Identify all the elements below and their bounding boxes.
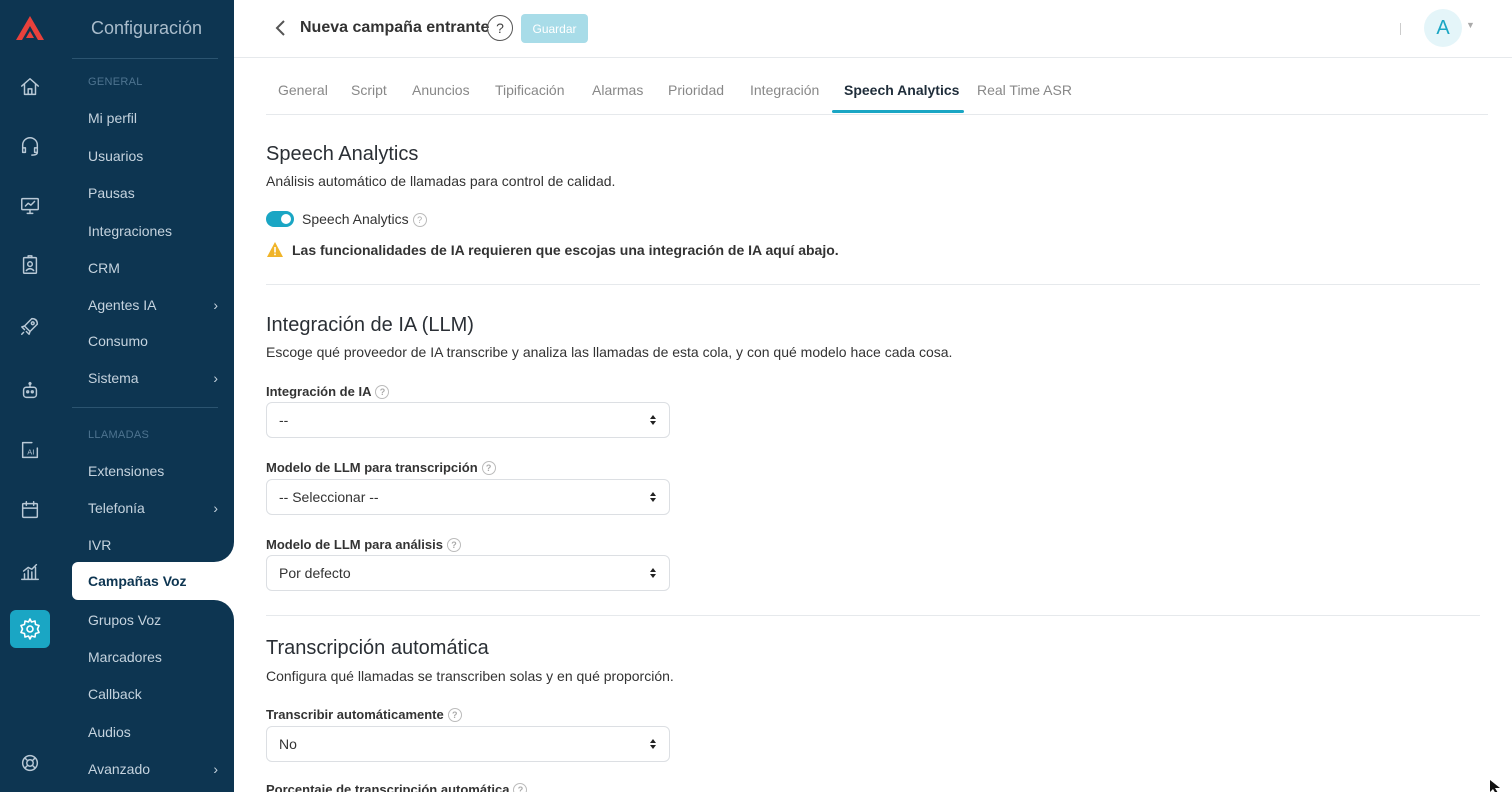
- save-button[interactable]: Guardar: [521, 14, 588, 43]
- mouse-cursor-icon: [1490, 780, 1504, 792]
- sidebar-section-general: GENERAL: [88, 76, 143, 88]
- select-arrows-icon: [650, 739, 656, 749]
- caret-down-icon[interactable]: ▼: [1466, 20, 1475, 30]
- question-icon[interactable]: ?: [446, 538, 461, 552]
- tab-prioridad[interactable]: Prioridad: [668, 82, 724, 98]
- section-title-llm: Integración de IA (LLM): [266, 314, 474, 336]
- settings-sidebar: Configuración GENERAL Mi perfil Usuarios…: [60, 0, 234, 792]
- analysis-model-select[interactable]: Por defecto: [266, 555, 670, 591]
- sidebar-item-telefonia[interactable]: Telefonía ›: [88, 500, 218, 516]
- tab-integracion[interactable]: Integración: [750, 82, 819, 98]
- help-circle-icon[interactable]: [16, 749, 44, 777]
- transcription-model-label: Modelo de LLM para transcripción?: [266, 460, 496, 475]
- chart-icon[interactable]: [16, 558, 44, 586]
- warning-icon: [266, 241, 284, 258]
- chevron-right-icon: ›: [213, 370, 218, 386]
- sidebar-item-usuarios[interactable]: Usuarios: [88, 148, 218, 164]
- sidebar-divider: [72, 58, 218, 59]
- question-icon[interactable]: ?: [375, 385, 390, 399]
- headset-icon[interactable]: [16, 132, 44, 160]
- section-title-speech: Speech Analytics: [266, 143, 419, 165]
- sidebar-item-audios[interactable]: Audios: [88, 724, 218, 740]
- tab-anuncios[interactable]: Anuncios: [412, 82, 470, 98]
- app-logo-icon[interactable]: [14, 14, 46, 42]
- badge-icon[interactable]: [16, 251, 44, 279]
- sidebar-item-mi-perfil[interactable]: Mi perfil: [88, 110, 218, 126]
- section-description-auto: Configura qué llamadas se transcriben so…: [266, 668, 674, 684]
- chevron-right-icon: ›: [213, 761, 218, 777]
- select-arrows-icon: [650, 415, 656, 425]
- active-item-corner: [174, 600, 234, 620]
- auto-transcribe-label: Transcribir automáticamente?: [266, 707, 462, 722]
- ai-warning-text: Las funcionalidades de IA requieren que …: [292, 242, 839, 258]
- tab-tipificacion[interactable]: Tipificación: [495, 82, 565, 98]
- analysis-model-label: Modelo de LLM para análisis?: [266, 537, 461, 552]
- sidebar-item-crm[interactable]: CRM: [88, 260, 218, 276]
- sidebar-item-extensiones[interactable]: Extensiones: [88, 463, 218, 479]
- auto-percentage-label: Porcentaje de transcripción automática?: [266, 782, 528, 792]
- question-icon[interactable]: ?: [412, 213, 427, 227]
- avatar[interactable]: A: [1424, 9, 1462, 47]
- sidebar-item-campanas-voz[interactable]: Campañas Voz: [72, 562, 234, 600]
- integration-select[interactable]: --: [266, 402, 670, 438]
- page-title: Nueva campaña entrante: [300, 19, 490, 36]
- chevron-right-icon: ›: [213, 297, 218, 313]
- monitor-icon[interactable]: [16, 192, 44, 220]
- section-divider: [266, 284, 1480, 285]
- section-title-auto: Transcripción automática: [266, 637, 489, 659]
- sidebar-divider: [72, 407, 218, 408]
- speech-analytics-toggle[interactable]: [266, 211, 294, 227]
- calendar-icon[interactable]: [16, 496, 44, 524]
- sidebar-title: Configuración: [91, 18, 203, 38]
- question-icon[interactable]: ?: [481, 461, 496, 475]
- section-divider: [266, 615, 1480, 616]
- settings-icon[interactable]: [10, 610, 50, 648]
- svg-text:AI: AI: [27, 448, 34, 457]
- back-arrow-icon[interactable]: [272, 18, 292, 40]
- tab-real-time-asr[interactable]: Real Time ASR: [977, 82, 1072, 98]
- help-button[interactable]: ?: [487, 15, 513, 41]
- sidebar-item-avanzado[interactable]: Avanzado ›: [88, 761, 218, 777]
- sidebar-section-calls: LLAMADAS: [88, 429, 150, 441]
- select-arrows-icon: [650, 568, 656, 578]
- question-icon[interactable]: ?: [513, 783, 528, 792]
- chevron-right-icon: ›: [213, 500, 218, 516]
- sidebar-item-agentes-ia[interactable]: Agentes IA ›: [88, 297, 218, 313]
- header-divider: [1400, 23, 1401, 35]
- integration-label: Integración de IA?: [266, 384, 390, 399]
- auto-transcribe-select[interactable]: No: [266, 726, 670, 762]
- tab-script[interactable]: Script: [351, 82, 387, 98]
- page-header: Nueva campaña entrante ? Guardar A ▼: [234, 0, 1512, 58]
- transcription-model-select[interactable]: -- Seleccionar --: [266, 479, 670, 515]
- ai-icon[interactable]: AI: [16, 436, 44, 464]
- active-tab-indicator: [832, 110, 964, 113]
- select-arrows-icon: [650, 492, 656, 502]
- tab-general[interactable]: General: [278, 82, 328, 98]
- sidebar-item-consumo[interactable]: Consumo: [88, 333, 218, 349]
- icon-rail: AI: [0, 0, 60, 792]
- rocket-icon[interactable]: [16, 312, 44, 340]
- active-item-corner: [174, 542, 234, 562]
- campaign-tabs: General Script Anuncios Tipificación Ala…: [266, 58, 1488, 115]
- sidebar-item-sistema[interactable]: Sistema ›: [88, 370, 218, 386]
- sidebar-item-pausas[interactable]: Pausas: [88, 185, 218, 201]
- sidebar-item-integraciones[interactable]: Integraciones: [88, 223, 218, 239]
- tab-speech-analytics[interactable]: Speech Analytics: [844, 82, 959, 98]
- sidebar-item-marcadores[interactable]: Marcadores: [88, 649, 218, 665]
- speech-analytics-toggle-label: Speech Analytics?: [302, 211, 427, 227]
- section-description-llm: Escoge qué proveedor de IA transcribe y …: [266, 344, 953, 360]
- home-icon[interactable]: [16, 73, 44, 101]
- robot-icon[interactable]: [16, 376, 44, 404]
- question-icon[interactable]: ?: [447, 708, 462, 722]
- tab-alarmas[interactable]: Alarmas: [592, 82, 643, 98]
- sidebar-item-callback[interactable]: Callback: [88, 686, 218, 702]
- section-description-speech: Análisis automático de llamadas para con…: [266, 173, 616, 189]
